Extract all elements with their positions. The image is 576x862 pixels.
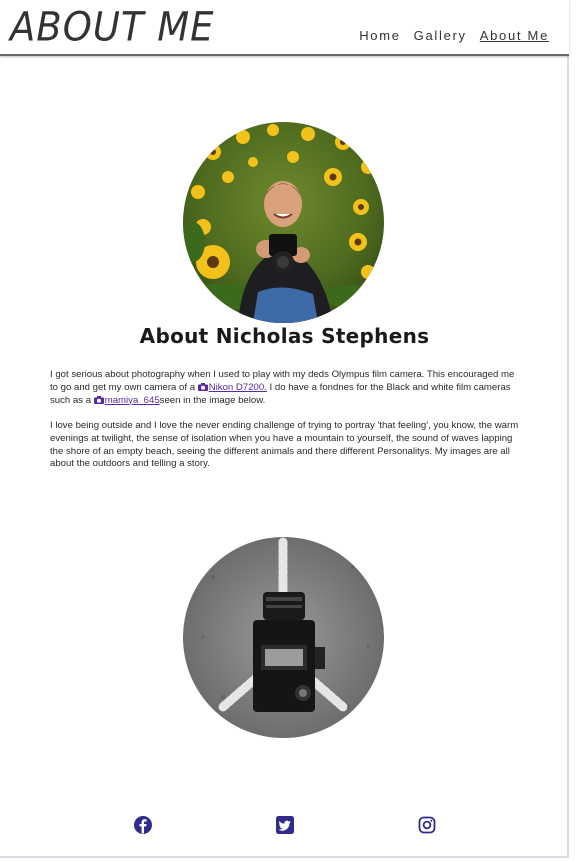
portrait-photo bbox=[183, 122, 384, 323]
nav-about-link[interactable]: About Me bbox=[480, 28, 549, 43]
page-logo: ABOUT ME bbox=[10, 4, 215, 51]
nav-gallery-link[interactable]: Gallery bbox=[414, 28, 467, 43]
nikon-d7200-link[interactable]: Nikon D7200. bbox=[209, 382, 267, 393]
outdoors-paragraph: I love being outside and I love the neve… bbox=[50, 420, 519, 470]
instagram-icon[interactable] bbox=[418, 816, 436, 834]
nav-home-link[interactable]: Home bbox=[359, 28, 400, 43]
camera-icon bbox=[93, 395, 104, 404]
camera-photo bbox=[183, 537, 384, 738]
mamiya-645-link[interactable]: mamiya_645 bbox=[105, 395, 160, 406]
intro-paragraph: I got serious about photography when I u… bbox=[50, 369, 520, 407]
site-header: ABOUT ME Home Gallery About Me bbox=[0, 0, 569, 56]
facebook-icon[interactable] bbox=[134, 816, 152, 834]
page-title: About Nicholas Stephens bbox=[139, 324, 430, 348]
twitter-icon[interactable] bbox=[276, 816, 294, 834]
intro-text-end: seen in the image below. bbox=[159, 394, 266, 406]
main-nav: Home Gallery About Me bbox=[359, 28, 549, 43]
camera-icon bbox=[197, 382, 208, 391]
